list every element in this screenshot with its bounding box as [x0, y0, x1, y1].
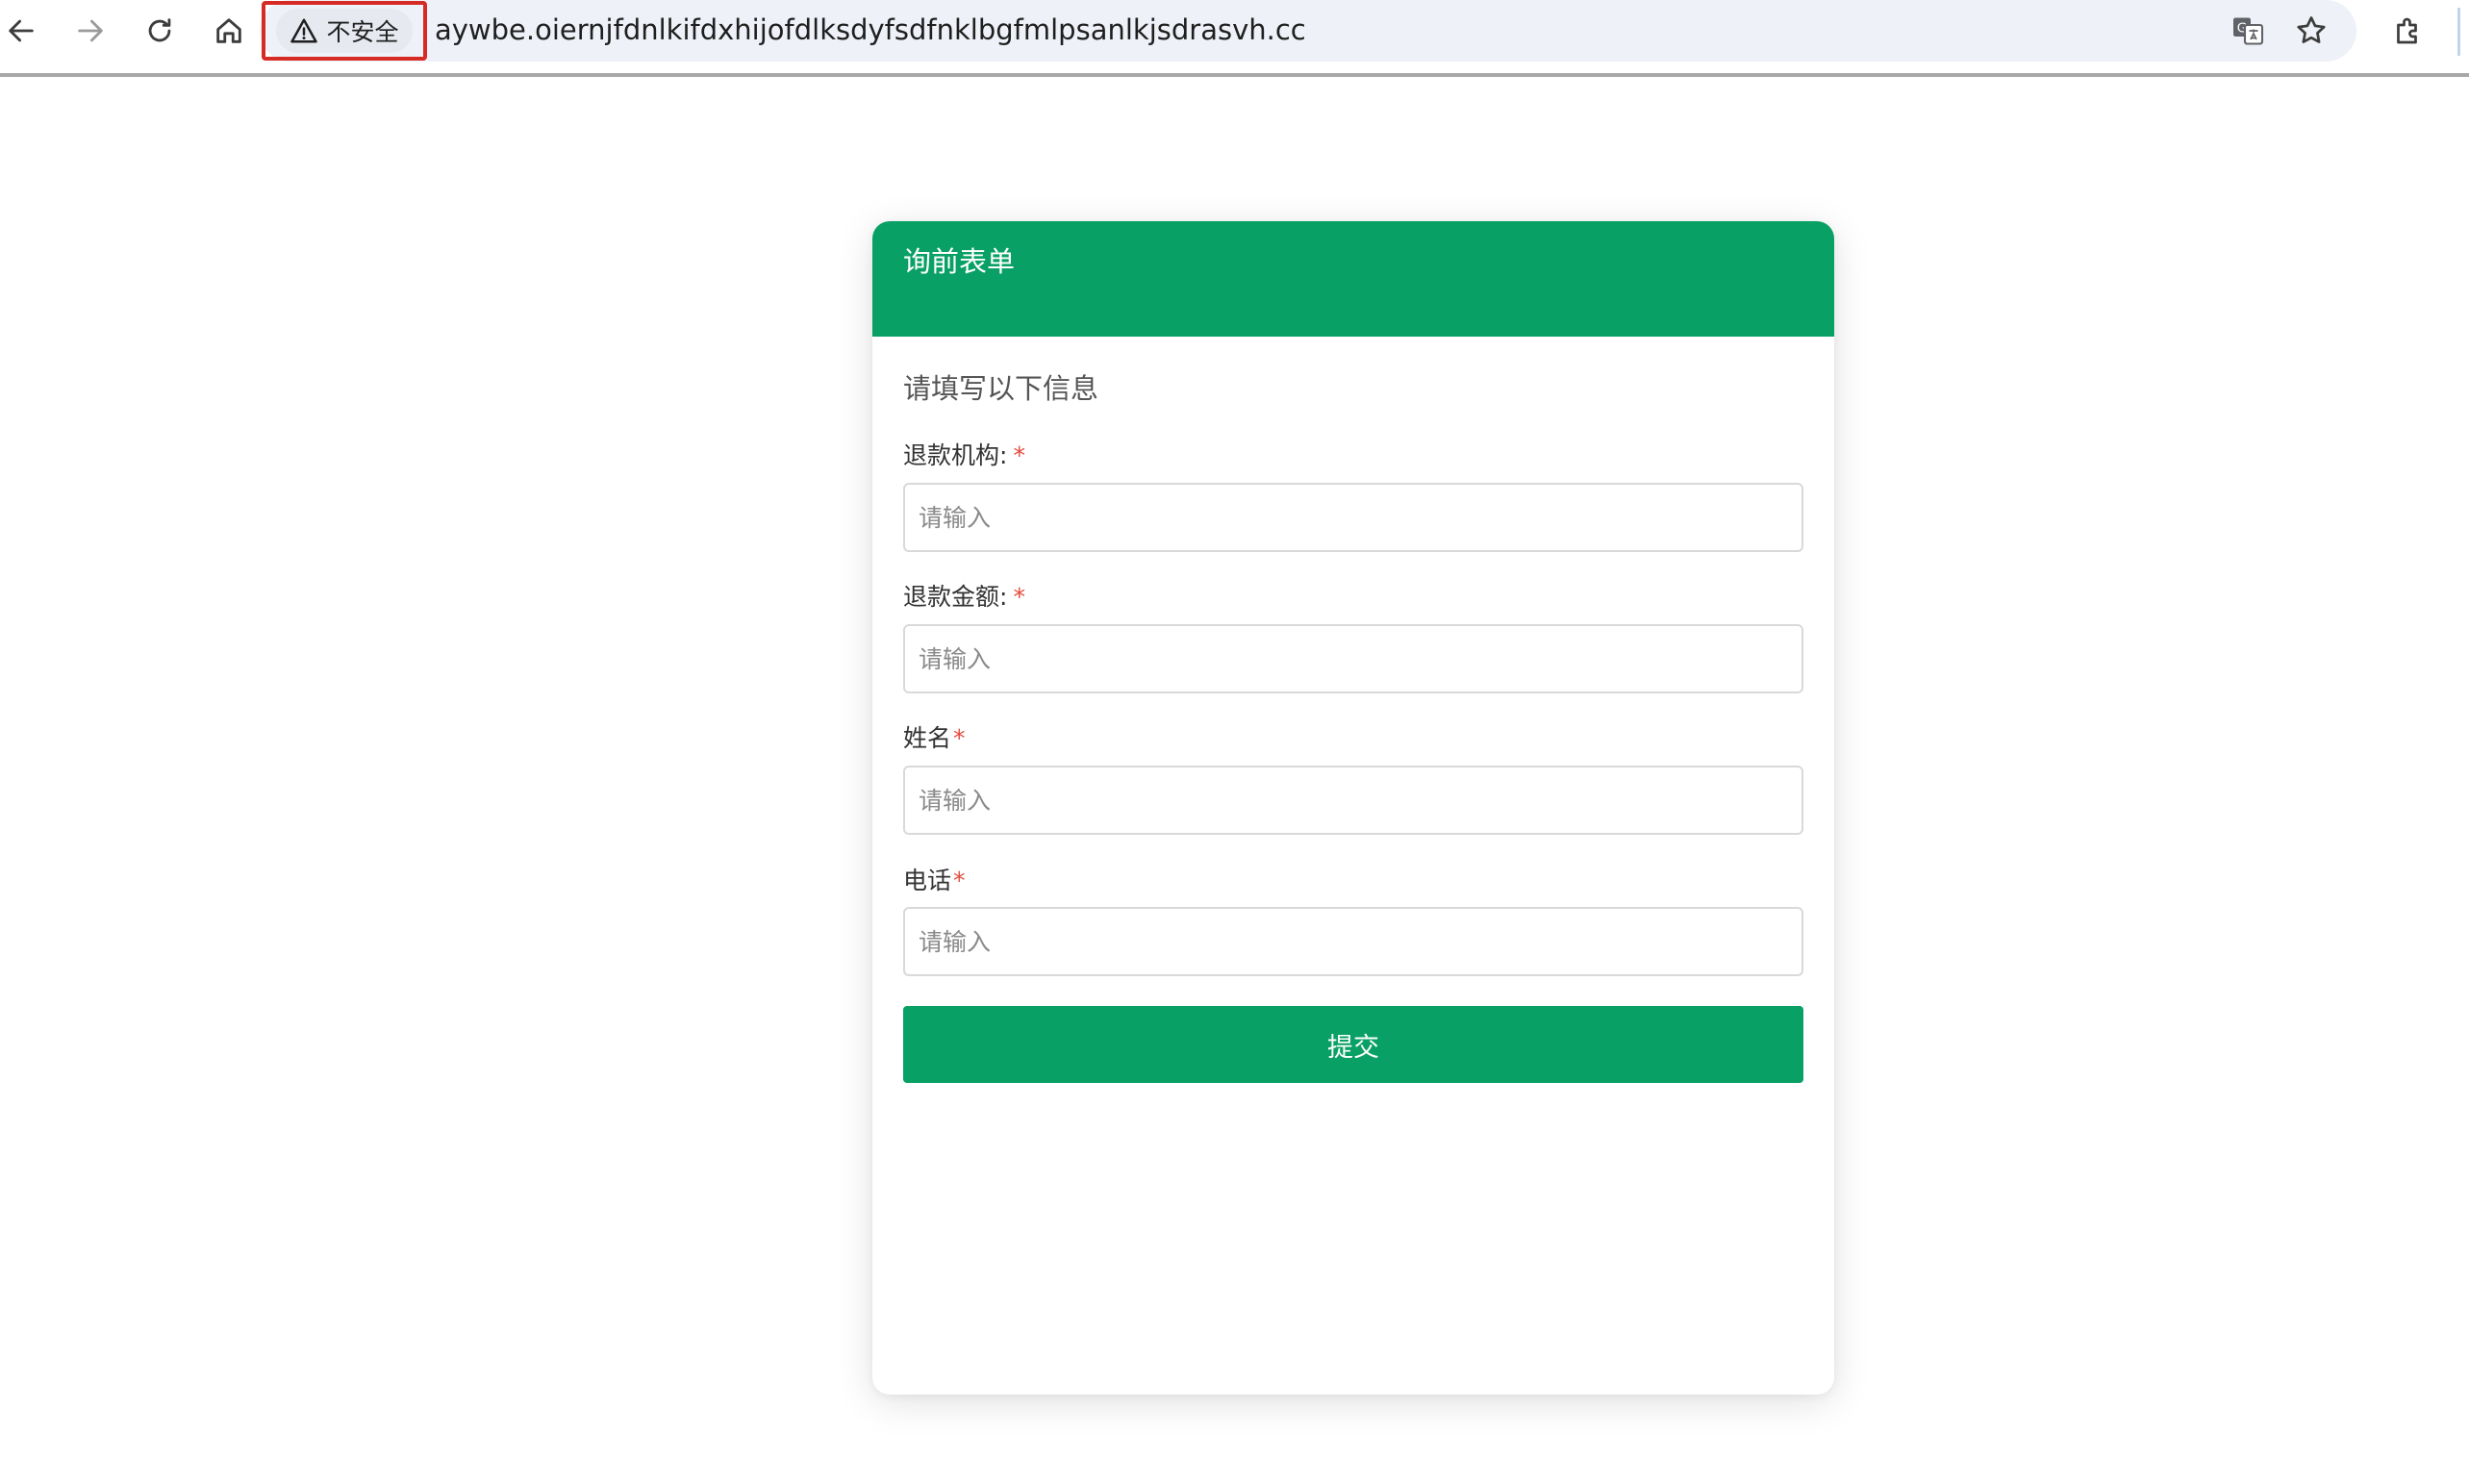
security-label: 不安全 [326, 18, 399, 46]
url-text[interactable]: aywbe.oiernjfdnlkifdxhijofdlksdyfsdfnklb… [435, 10, 1306, 50]
forward-button[interactable] [65, 6, 115, 56]
warning-icon [290, 18, 318, 43]
field-label-refund-institution: 退款机构: * [903, 439, 1025, 473]
required-mark: * [1013, 441, 1025, 469]
field-label-refund-amount: 退款金额: * [903, 580, 1025, 615]
security-indicator[interactable]: 不安全 [262, 1, 427, 61]
required-mark: * [953, 867, 966, 894]
toolbar-divider [2457, 8, 2460, 56]
field-label-text: 退款机构: [903, 441, 1008, 469]
extensions-button[interactable] [2385, 8, 2431, 54]
reload-button[interactable] [135, 6, 185, 56]
refund-institution-input[interactable] [903, 483, 1803, 552]
back-icon [9, 19, 34, 42]
translate-button[interactable]: G [2225, 8, 2271, 54]
required-mark: * [1013, 583, 1025, 611]
home-button[interactable] [204, 6, 254, 56]
back-button[interactable] [0, 6, 46, 56]
field-label-text: 退款金额: [903, 583, 1008, 611]
phone-input[interactable] [903, 907, 1803, 976]
form-header: 询前表单 [872, 221, 1834, 337]
browser-toolbar: 不安全 aywbe.oiernjfdnlkifdxhijofdlksdyfsdf… [0, 0, 2469, 77]
bookmark-star-icon [2297, 16, 2326, 43]
form-subtitle: 请填写以下信息 [903, 372, 1099, 405]
field-label-text: 姓名 [903, 724, 952, 752]
field-label-text: 电话 [903, 867, 952, 894]
security-chip-body: 不安全 [276, 9, 413, 53]
submit-button[interactable]: 提交 [903, 1006, 1803, 1083]
form-card: 询前表单 请填写以下信息 退款机构:* 退款金额:* 姓名* 电话* 提交 [872, 221, 1834, 1395]
forward-icon [78, 19, 103, 42]
home-icon [216, 18, 241, 43]
field-label-name: 姓名* [903, 721, 966, 756]
reload-icon [148, 18, 171, 42]
bookmark-button[interactable] [2288, 8, 2334, 54]
name-input[interactable] [903, 766, 1803, 835]
form-title: 询前表单 [903, 245, 1016, 278]
refund-amount-input[interactable] [903, 624, 1803, 693]
required-mark: * [953, 724, 966, 752]
translate-icon: G [2233, 17, 2264, 45]
field-label-phone: 电话* [903, 864, 966, 898]
extensions-icon [2397, 17, 2417, 44]
